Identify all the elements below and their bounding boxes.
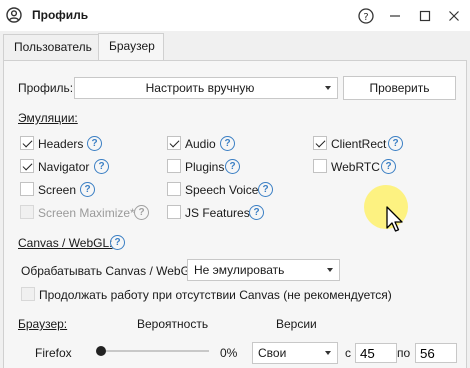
help-icon[interactable]: ? [220,136,235,151]
js-features-checkbox[interactable] [167,205,181,219]
continue-without-canvas-label: Продолжать работу при отсутствии Canvas … [39,288,392,302]
chevron-down-icon [325,351,331,355]
column-versions: Версии [276,317,317,331]
profile-select[interactable]: Настроить вручную [74,77,338,99]
canvas-process-value: Не эмулировать [194,263,285,277]
speech-voice-label: Speech Voice [185,183,259,197]
column-probability: Вероятность [137,317,209,331]
plugins-checkbox[interactable] [167,159,181,173]
versions-mode-value: Свои [258,346,287,360]
help-icon[interactable]: ? [80,182,95,197]
navigator-checkbox[interactable] [20,159,34,173]
canvas-process-select[interactable]: Не эмулировать [187,259,340,281]
to-label: по [397,346,411,360]
probability-value: 0% [220,346,238,360]
tab-browser[interactable]: Браузер [98,33,164,61]
screen-maximize-label: Screen Maximize* [38,206,135,220]
canvas-process-label: Обрабатывать Canvas / WebGL [21,264,197,278]
canvas-title: Canvas / WebGL: [18,236,113,250]
screen-maximize-checkbox[interactable] [20,205,34,219]
js-features-label: JS Features [185,206,250,220]
emulations-title: Эмуляции: [18,111,78,125]
continue-without-canvas-checkbox[interactable] [21,287,35,301]
screen-label: Screen [38,183,77,197]
help-icon[interactable]: ? [388,136,403,151]
profile-label: Профиль: [18,81,74,95]
tab-bar: Пользователь Браузер [0,31,470,61]
headers-checkbox[interactable] [20,136,34,150]
question-circle-icon: ? [358,8,374,24]
check-button-label: Проверить [369,81,430,95]
webrtc-label: WebRTC [331,160,380,174]
profile-select-value: Настроить вручную [145,81,255,95]
webrtc-checkbox[interactable] [313,159,327,173]
navigator-label: Navigator [38,160,90,174]
help-icon[interactable]: ? [381,159,396,174]
maximize-icon [419,10,431,22]
close-button[interactable] [443,5,465,27]
clientrect-label: ClientRect [331,137,387,151]
probability-slider-thumb[interactable] [96,346,106,356]
browser-title: Браузер: [18,317,68,331]
title-bar: Профиль ? [0,0,470,31]
tab-user[interactable]: Пользователь [3,34,99,60]
chevron-down-icon [327,268,333,272]
minimize-icon [390,15,400,17]
screen-checkbox[interactable] [20,182,34,196]
from-label: с [345,346,351,360]
close-icon [449,11,459,21]
audio-label: Audio [185,137,216,151]
help-icon[interactable]: ? [134,205,149,220]
plugins-label: Plugins [185,160,225,174]
tab-label: Пользователь [14,40,92,54]
svg-text:?: ? [363,12,368,23]
speech-voice-checkbox[interactable] [167,182,181,196]
chevron-down-icon [325,86,331,90]
mouse-pointer-icon [386,206,403,232]
user-circle-icon [6,7,22,23]
browser-name: Firefox [35,346,72,360]
versions-mode-select[interactable]: Свои [252,342,338,364]
help-icon[interactable]: ? [94,159,109,174]
version-from-input[interactable] [355,343,397,363]
audio-checkbox[interactable] [167,136,181,150]
help-icon[interactable]: ? [225,159,240,174]
help-icon[interactable]: ? [249,205,264,220]
headers-label: Headers [38,137,84,151]
version-to-input[interactable] [415,343,457,363]
window-title: Профиль [32,8,89,22]
help-icon[interactable]: ? [258,182,273,197]
clientrect-checkbox[interactable] [313,136,327,150]
help-icon[interactable]: ? [110,235,125,250]
help-icon[interactable]: ? [87,136,102,151]
help-button[interactable]: ? [355,5,377,27]
maximize-button[interactable] [414,5,436,27]
minimize-button[interactable] [384,5,406,27]
check-button[interactable]: Проверить [343,76,456,100]
tab-label: Браузер [109,39,155,53]
probability-slider-track[interactable] [99,350,209,352]
